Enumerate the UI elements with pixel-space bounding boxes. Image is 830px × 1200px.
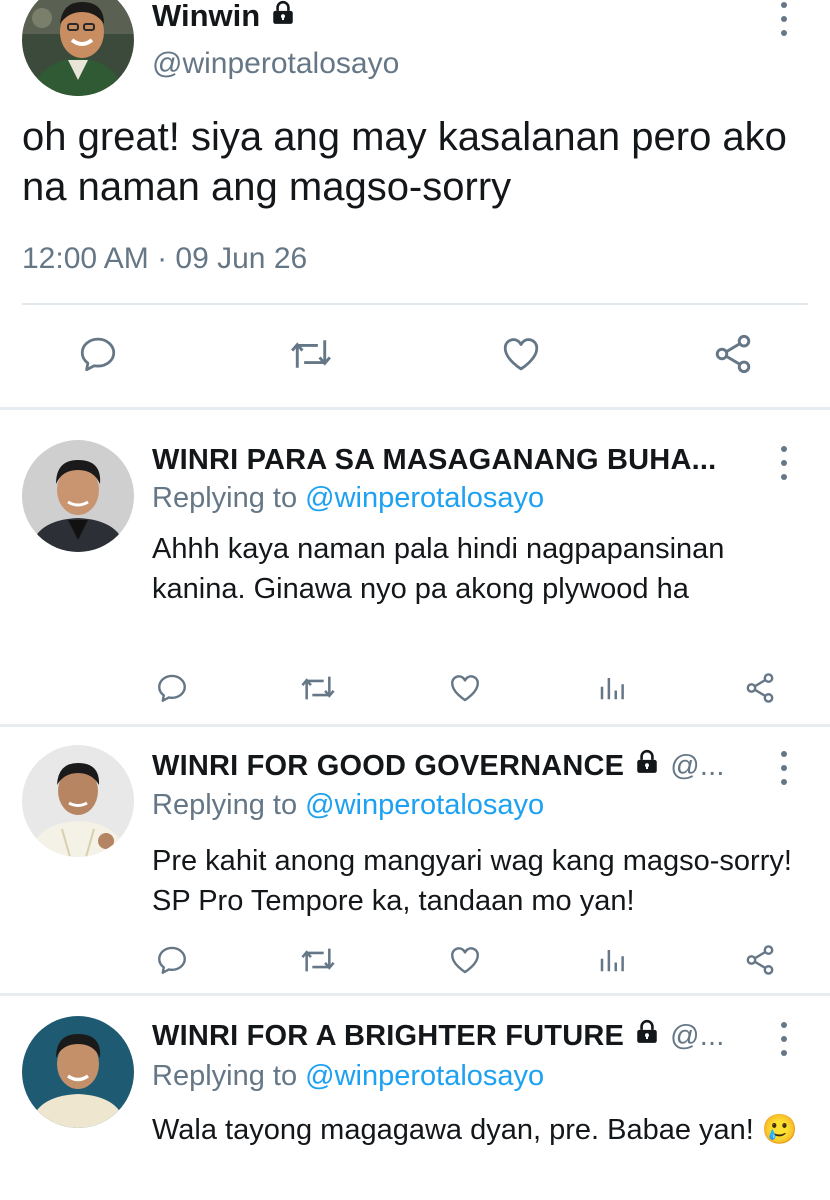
reply-author-handle: @... (670, 749, 725, 782)
main-tweet-text: oh great! siya ang may kasalanan pero ak… (22, 115, 787, 209)
reply-tweet[interactable]: WINRI FOR GOOD GOVERNANCE @... Replying … (0, 727, 830, 993)
replying-to-mention[interactable]: @winperotalosayo (305, 1060, 544, 1092)
replying-to-line: Replying to @winperotalosayo (152, 1060, 544, 1093)
main-tweet: Winwin @winperotalosayo oh great! siya a… (0, 0, 830, 408)
replying-to-line: Replying to @winperotalosayo (152, 482, 544, 515)
replying-to-line: Replying to @winperotalosayo (152, 789, 544, 822)
reply-author-name-text: WINRI FOR A BRIGHTER FUTURE (152, 1019, 625, 1052)
more-options-icon[interactable] (774, 2, 794, 36)
main-tweet-name[interactable]: Winwin (152, 0, 296, 34)
more-options-icon[interactable] (774, 751, 794, 785)
reply-author-name[interactable]: WINRI PARA SA MASAGANANG BUHA... (152, 444, 716, 477)
replying-to-mention[interactable]: @winperotalosayo (305, 789, 544, 821)
reply-icon[interactable] (76, 332, 120, 376)
share-icon[interactable] (742, 940, 778, 980)
reply-avatar[interactable] (22, 1016, 134, 1128)
main-tweet-actions (0, 330, 830, 380)
reply-avatar[interactable] (22, 440, 134, 552)
lock-icon (634, 1019, 660, 1053)
reply-actions (0, 668, 830, 712)
replying-to-label: Replying to (152, 482, 306, 514)
like-icon[interactable] (446, 940, 484, 980)
divider (22, 303, 808, 305)
like-icon[interactable] (497, 332, 545, 376)
reply-avatar[interactable] (22, 745, 134, 857)
main-tweet-timestamp[interactable]: 12:00 AM · 09 Jun 26 (22, 242, 307, 276)
main-tweet-handle[interactable]: @winperotalosayo (152, 47, 399, 81)
lock-icon (270, 0, 296, 34)
reply-tweet[interactable]: WINRI FOR A BRIGHTER FUTURE @... Replyin… (0, 996, 830, 1200)
replying-to-mention[interactable]: @winperotalosayo (305, 482, 544, 514)
retweet-icon[interactable] (286, 332, 336, 376)
share-icon[interactable] (742, 668, 778, 708)
retweet-icon[interactable] (298, 940, 338, 980)
reply-text: Ahhh kaya naman pala hindi nagpapansinan… (152, 533, 725, 605)
analytics-icon[interactable] (596, 940, 628, 980)
share-icon[interactable] (710, 332, 756, 376)
main-tweet-avatar[interactable] (22, 0, 134, 96)
lock-icon (634, 749, 660, 783)
more-options-icon[interactable] (774, 1022, 794, 1056)
retweet-icon[interactable] (298, 668, 338, 708)
reply-author-name-text: WINRI FOR GOOD GOVERNANCE (152, 749, 625, 782)
reply-text: Pre kahit anong mangyari wag kang magso-… (152, 845, 792, 917)
reply-icon[interactable] (154, 940, 190, 980)
more-options-icon[interactable] (774, 446, 794, 480)
replying-to-label: Replying to (152, 789, 306, 821)
reply-actions (0, 940, 830, 984)
like-icon[interactable] (446, 668, 484, 708)
reply-author-name-text: WINRI PARA SA MASAGANANG BUHA... (152, 444, 717, 476)
analytics-icon[interactable] (596, 668, 628, 708)
main-tweet-name-text: Winwin (152, 0, 261, 33)
reply-tweet[interactable]: WINRI PARA SA MASAGANANG BUHA... Replyin… (0, 410, 830, 724)
reply-author-name[interactable]: WINRI FOR A BRIGHTER FUTURE @... (152, 1019, 724, 1053)
reply-author-handle: @... (670, 1019, 725, 1052)
reply-author-name[interactable]: WINRI FOR GOOD GOVERNANCE @... (152, 749, 725, 783)
reply-icon[interactable] (154, 668, 190, 708)
replying-to-label: Replying to (152, 1060, 306, 1092)
reply-text: Wala tayong magagawa dyan, pre. Babae ya… (152, 1114, 799, 1146)
